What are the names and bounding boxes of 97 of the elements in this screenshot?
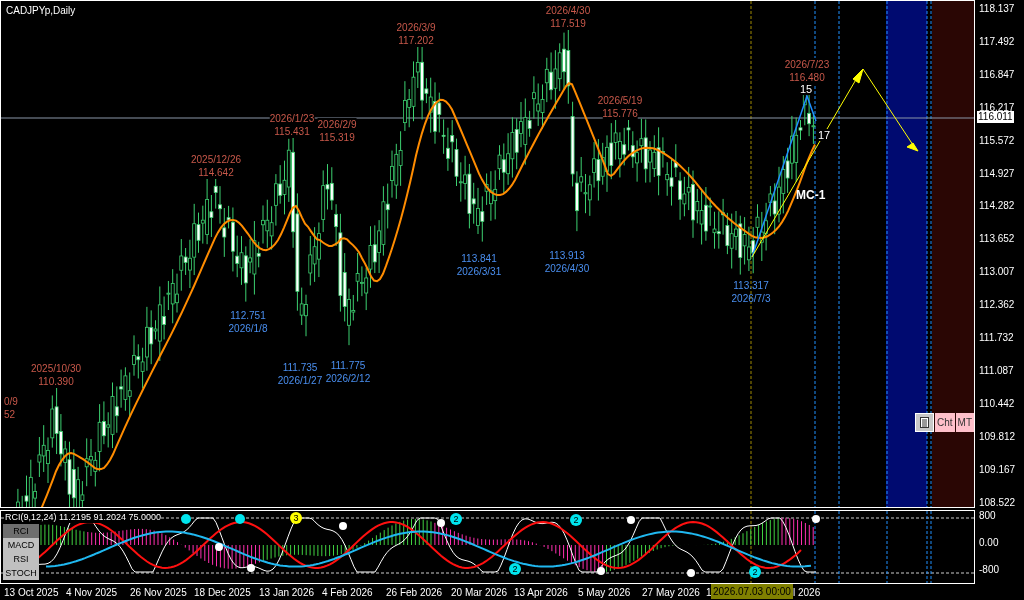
list-button[interactable] xyxy=(915,413,934,432)
signal-dot xyxy=(687,569,695,577)
price-tick: 113.007 xyxy=(979,266,1015,279)
indicator-tick: -800 xyxy=(979,564,999,576)
cursor-time-label: 2026.07.03 00:00 xyxy=(711,584,793,599)
signal-dot xyxy=(235,514,245,524)
time-label: 4 Nov 2025 xyxy=(66,586,118,600)
date-label: 2026/2/9 xyxy=(317,118,357,131)
date-label: 2026/1/27 xyxy=(277,374,323,387)
signal-marker: 2 xyxy=(570,514,582,526)
marker-line xyxy=(926,511,928,583)
time-label: 1 xyxy=(706,586,712,600)
pattern-label: MC-1 xyxy=(796,187,826,204)
date-label: 2025/10/30 xyxy=(30,362,82,375)
price-label: 113.841 xyxy=(461,252,497,265)
chart-button[interactable]: Cht xyxy=(935,413,955,432)
marker-line xyxy=(838,511,840,583)
price-label: 113.317 xyxy=(733,279,769,292)
price-tick: 111.732 xyxy=(979,332,1014,344)
price-tick: 111.087 xyxy=(979,364,1014,377)
chart-title: CADJPYp,Daily xyxy=(6,4,76,18)
time-label: 20 Mar 2026 xyxy=(451,586,508,600)
signal-marker: 2 xyxy=(450,513,462,525)
price-label: 117.202 xyxy=(398,34,434,47)
marker-line xyxy=(886,511,888,583)
price-label: 115.431 xyxy=(274,125,310,138)
time-label: l 2026 xyxy=(793,586,821,600)
price-label: 114.642 xyxy=(198,166,234,179)
marker-line xyxy=(814,511,816,583)
date-label: 2026/3/31 xyxy=(456,265,502,278)
time-label: 26 Feb 2026 xyxy=(386,586,443,600)
price-label: 116.480 xyxy=(789,71,825,84)
price-tick: 116.847 xyxy=(979,68,1015,81)
indicator-tick: 0.00 xyxy=(979,537,999,549)
signal-dot xyxy=(247,564,255,572)
indicator-tab[interactable]: MACD xyxy=(3,538,39,552)
date-label: 2026/4/30 xyxy=(544,262,590,275)
date-label: 2026/7/3 xyxy=(731,292,771,305)
signal-dot xyxy=(181,514,191,524)
signal-dot xyxy=(215,543,223,551)
price-label: 115.319 xyxy=(319,131,355,144)
signal-dot xyxy=(597,567,605,575)
time-label: 4 Feb 2026 xyxy=(322,586,373,600)
price-tick: 110.442 xyxy=(979,397,1015,410)
price-label: 111.775 xyxy=(330,359,366,372)
date-label: 2026/5/19 xyxy=(597,94,643,107)
price-tick: 118.137 xyxy=(979,3,1015,15)
signal-dot xyxy=(339,522,347,530)
marker-line xyxy=(750,511,752,583)
price-tick: 112.362 xyxy=(979,299,1015,312)
date-label: 2026/1/8 xyxy=(228,322,268,335)
price-tick: 115.572 xyxy=(979,134,1015,147)
time-label: 27 May 2026 xyxy=(642,586,700,600)
wave-label: 15 xyxy=(800,83,813,95)
price-tick: 109.812 xyxy=(979,430,1016,443)
date-label: 0/9 xyxy=(4,395,18,408)
date-label: 2026/2/12 xyxy=(325,372,371,385)
signal-marker: 2 xyxy=(749,566,761,578)
indicator-tab[interactable]: STOCH xyxy=(3,566,39,580)
date-label: 2026/3/9 xyxy=(396,21,436,34)
price-label: 117.519 xyxy=(550,17,586,30)
price-tick: 108.522 xyxy=(979,496,1016,509)
price-label: 115.776 xyxy=(602,107,638,120)
price-label: 113.913 xyxy=(549,249,585,262)
indicator-tab[interactable]: RCI xyxy=(3,524,39,538)
date-label: 2026/1/23 xyxy=(269,112,315,125)
wave-label: 17 xyxy=(818,129,831,141)
signal-marker: 2 xyxy=(509,563,521,575)
price-label: 112.751 xyxy=(230,309,266,322)
current-price-label: 116.011 xyxy=(977,111,1014,123)
signal-dot xyxy=(812,515,820,523)
date-label: 2025/12/26 xyxy=(190,153,242,166)
signal-dot xyxy=(627,516,635,524)
signal-marker: 3 xyxy=(290,512,302,524)
time-label: 13 Oct 2025 xyxy=(4,586,59,600)
indicator-legend: RCI(9,12,24) 11.2195 91.2024 75.0000 xyxy=(5,512,161,523)
time-label: 18 Dec 2025 xyxy=(194,586,251,600)
price-tick: 117.492 xyxy=(979,35,1015,48)
price-tick: 109.167 xyxy=(979,463,1016,476)
signal-dot xyxy=(437,519,445,527)
time-label: 26 Nov 2025 xyxy=(130,586,187,600)
indicator-tick: 800 xyxy=(979,510,996,522)
date-label: 2026/4/30 xyxy=(545,4,591,17)
list-icon xyxy=(920,417,929,428)
price-tick: 114.927 xyxy=(979,167,1015,180)
time-label: 5 May 2026 xyxy=(578,586,631,600)
marker-line xyxy=(930,511,932,583)
date-label: 2026/7/23 xyxy=(784,58,830,71)
price-label: 111.735 xyxy=(282,361,318,374)
price-label: 52 xyxy=(4,408,16,421)
indicator-tab[interactable]: RSI xyxy=(3,552,39,566)
price-tick: 116.217 xyxy=(979,101,1015,113)
time-label: 13 Jan 2026 xyxy=(259,586,315,600)
time-label: 13 Apr 2026 xyxy=(514,586,568,600)
price-label: 110.390 xyxy=(38,375,74,388)
price-tick: 113.652 xyxy=(979,233,1015,246)
price-tick: 114.282 xyxy=(979,200,1015,213)
